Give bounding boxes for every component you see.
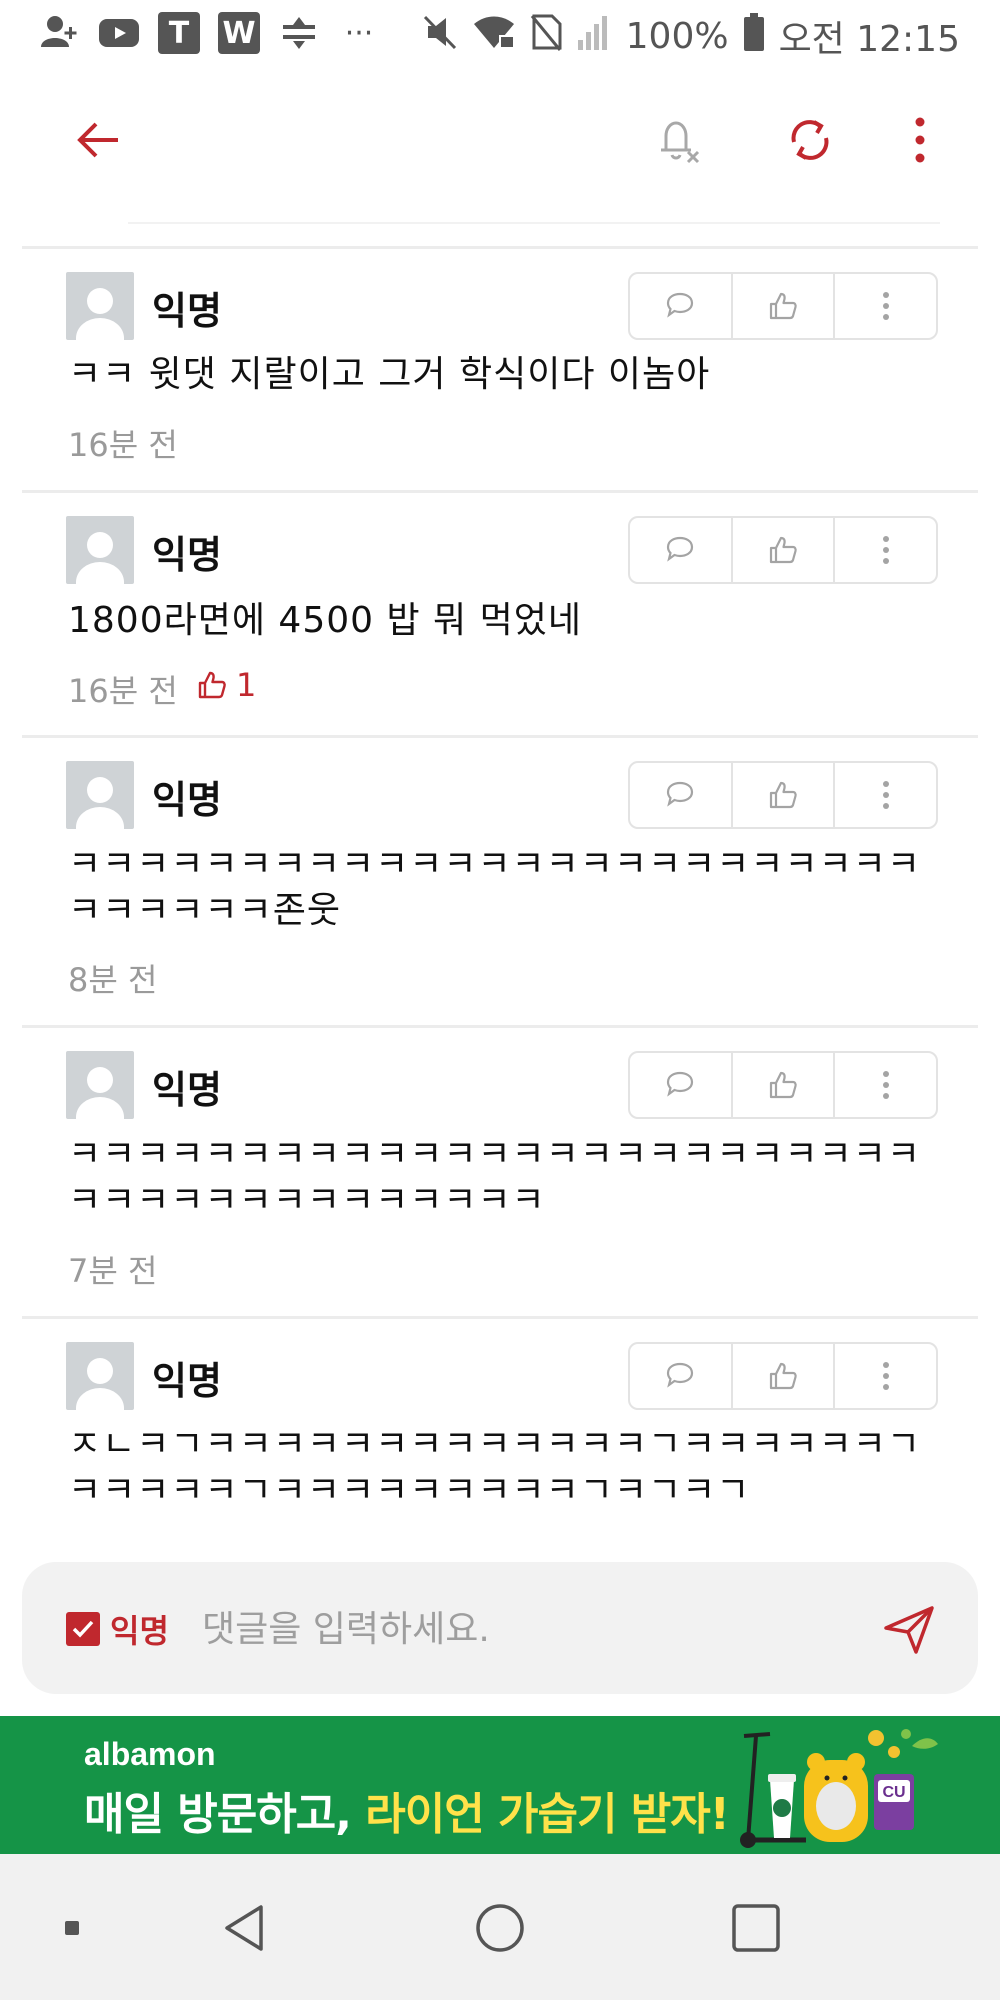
comment-divider [22, 1316, 978, 1319]
back-arrow-icon[interactable] [66, 108, 130, 172]
comment-like-count: 1 [196, 666, 256, 704]
ad-headline-highlight: 라이언 가습기 받자! [365, 1789, 730, 1840]
wifi-locked-icon [472, 12, 516, 61]
bell-off-icon[interactable] [646, 108, 710, 172]
overview-square-icon[interactable] [726, 1898, 786, 1958]
avatar [66, 272, 134, 340]
status-bar: T W ··· 100% 오전 12:15 [0, 0, 1000, 70]
ad-headline-main: 매일 방문하고, [84, 1789, 366, 1840]
reply-icon[interactable] [630, 1053, 733, 1117]
thumbs-up-icon[interactable] [733, 274, 836, 338]
battery-icon [743, 12, 765, 61]
comment-input-bar: 익명 [22, 1562, 978, 1694]
status-bar-right: 100% 오전 12:15 [422, 10, 960, 62]
comment-author: 익명 [152, 289, 222, 333]
reply-icon[interactable] [630, 518, 733, 582]
status-bar-left: T W ··· [38, 12, 380, 54]
comment-time: 16분 전 [68, 426, 178, 464]
send-icon[interactable] [880, 1600, 940, 1660]
reply-icon[interactable] [630, 1344, 733, 1408]
comment-author: 익명 [152, 533, 222, 577]
comment-actions [628, 1051, 938, 1119]
comment-text: ㅈㄴㅋㄱㅋㅋㅋㅋㅋㅋㅋㅋㅋㅋㅋㅋㅋㄱㅋㅋㅋㅋㅋㅋㄱㅋㅋㅋㅋㅋㄱㅋㅋㅋㅋㅋㅋㅋㅋㅋ… [68, 1424, 922, 1511]
t-app-icon: T [158, 12, 200, 54]
comment-time: 16분 전 [68, 672, 178, 710]
thumbs-up-icon [198, 671, 226, 699]
comment-input[interactable] [200, 1598, 864, 1660]
home-circle-icon[interactable] [470, 1898, 530, 1958]
more-vertical-icon[interactable] [835, 1344, 936, 1408]
app-bar [0, 70, 1000, 220]
header-divider [128, 222, 940, 224]
recent-apps-dot-icon[interactable] [42, 1898, 102, 1958]
ad-headline: 매일 방문하고, 라이언 가습기 받자! [84, 1778, 730, 1842]
mute-icon [422, 12, 458, 61]
comment-author: 익명 [152, 778, 222, 822]
comment-divider [22, 735, 978, 738]
more-vertical-icon[interactable] [835, 274, 936, 338]
more-vertical-icon[interactable] [835, 1053, 936, 1117]
comment-actions [628, 1342, 938, 1410]
comment-actions [628, 516, 938, 584]
ad-illustration: CU [740, 1729, 938, 1848]
comment-text: ㅋㅋㅋㅋㅋㅋㅋㅋㅋㅋㅋㅋㅋㅋㅋㅋㅋㅋㅋㅋㅋㅋㅋㅋㅋㅋㅋㅋㅋㅋㅋ존웃 [68, 844, 922, 931]
avatar [66, 1051, 134, 1119]
refresh-icon[interactable] [778, 108, 842, 172]
status-time: 오전 12:15 [778, 19, 960, 60]
more-dots-icon: ··· [344, 15, 374, 51]
comment-author: 익명 [152, 1068, 222, 1112]
thumbs-up-icon[interactable] [733, 763, 836, 827]
thumbs-up-icon[interactable] [733, 1053, 836, 1117]
more-vertical-icon[interactable] [888, 108, 952, 172]
avatar [66, 516, 134, 584]
comment-author: 익명 [152, 1359, 222, 1403]
more-vertical-icon[interactable] [835, 763, 936, 827]
comment-divider [22, 246, 978, 249]
thumbs-up-icon[interactable] [733, 518, 836, 582]
youtube-icon [98, 12, 140, 54]
more-vertical-icon[interactable] [835, 518, 936, 582]
ad-brand: albamon [84, 1736, 216, 1772]
comment-divider [22, 1025, 978, 1028]
comment-divider [22, 490, 978, 493]
anonymous-checkbox[interactable] [66, 1612, 100, 1646]
like-count: 1 [236, 666, 257, 704]
thumbs-up-icon[interactable] [733, 1344, 836, 1408]
data-saver-icon [278, 12, 320, 54]
comment-actions [628, 761, 938, 829]
avatar [66, 761, 134, 829]
checkmark-icon [72, 1620, 94, 1638]
ad-banner[interactable]: albamon 매일 방문하고, 라이언 가습기 받자! CU [0, 1716, 1000, 1854]
comment-text: ㅋㅋ 윗댓 지랄이고 그거 학식이다 이놈아 [68, 354, 711, 395]
anonymous-label[interactable]: 익명 [110, 1606, 169, 1652]
comment-text: 1800라면에 4500 밥 뭐 먹었네 [68, 600, 582, 641]
signal-icon [576, 12, 612, 61]
comment-actions [628, 272, 938, 340]
battery-percent: 100% [625, 15, 729, 57]
reply-icon[interactable] [630, 763, 733, 827]
comment-text: ㅋㅋㅋㅋㅋㅋㅋㅋㅋㅋㅋㅋㅋㅋㅋㅋㅋㅋㅋㅋㅋㅋㅋㅋㅋㅋㅋㅋㅋㅋㅋㅋㅋㅋㅋㅋㅋㅋㅋ [68, 1134, 922, 1221]
add-person-icon [38, 12, 80, 54]
no-sim-icon [530, 12, 562, 61]
avatar [66, 1342, 134, 1410]
reply-icon[interactable] [630, 274, 733, 338]
w-app-icon: W [218, 12, 260, 54]
comment-time: 7분 전 [68, 1252, 158, 1290]
system-nav-bar [0, 1854, 1000, 2000]
ad-coupon-label: CU [882, 1784, 905, 1801]
back-triangle-icon[interactable] [214, 1898, 274, 1958]
comment-time: 8분 전 [68, 961, 158, 999]
